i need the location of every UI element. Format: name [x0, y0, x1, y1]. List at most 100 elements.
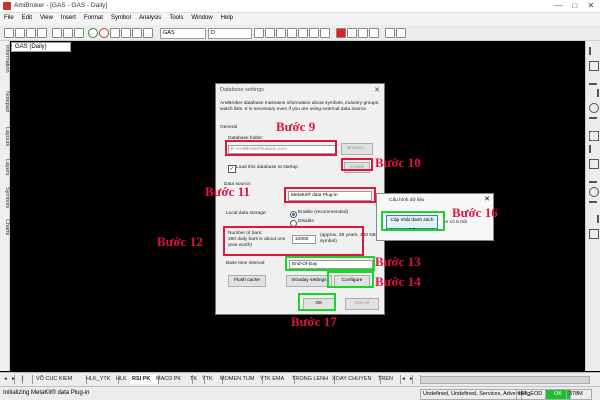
chart-icon[interactable] [143, 28, 153, 38]
window-title: AmiBroker - [GAS - GAS - Daily] [14, 2, 108, 9]
menu-window[interactable]: Window [187, 13, 216, 23]
channel-icon[interactable] [589, 117, 597, 127]
disable-label: Disable [298, 219, 314, 224]
step-10-highlight [341, 158, 373, 171]
grid-icon[interactable] [309, 28, 319, 38]
cycle-icon[interactable] [589, 187, 599, 197]
play-icon[interactable] [88, 28, 98, 38]
document-tab[interactable]: GAS (Daily) [11, 42, 71, 52]
general-label: General [220, 125, 238, 130]
subdialog-title: Cấu hình dữ liệu [389, 198, 425, 203]
crosshair-icon[interactable] [396, 28, 406, 38]
minimize-button[interactable]: — [552, 1, 566, 10]
menu-view[interactable]: View [36, 13, 57, 23]
cursor-icon[interactable] [320, 28, 330, 38]
sheet-first-icon[interactable]: | [20, 375, 33, 384]
forward-icon[interactable] [121, 28, 131, 38]
rect-draw-icon[interactable] [589, 61, 599, 71]
step-10-label: Bước 10 [375, 155, 421, 170]
step-16-label: Bước 16 [452, 205, 498, 220]
step-14-highlight [327, 271, 374, 288]
zoom-out-icon[interactable] [265, 28, 275, 38]
select-tool-icon[interactable] [385, 28, 395, 38]
drawing-toolbar [585, 41, 600, 371]
enable-radio[interactable] [290, 211, 297, 218]
menu-file[interactable]: File [0, 13, 18, 23]
toolbar: GAS D [0, 25, 600, 41]
subdialog-close-icon[interactable]: ✕ [484, 195, 490, 203]
line-draw-icon[interactable] [589, 47, 599, 55]
vline-icon[interactable] [589, 89, 599, 97]
menu-analysis[interactable]: Analysis [135, 13, 165, 23]
regression-icon[interactable] [589, 215, 599, 223]
browse-button[interactable]: Browse... [341, 143, 373, 155]
sheet-tab[interactable]: MOMEN TUM [218, 375, 263, 384]
circle-draw-icon[interactable] [589, 103, 599, 113]
gann-icon[interactable] [589, 159, 599, 169]
tab-symbols[interactable]: Symbols [0, 187, 10, 208]
step-17-label: Bước 17 [291, 314, 337, 329]
maximize-button[interactable]: □ [568, 1, 582, 10]
print-icon[interactable] [37, 28, 47, 38]
pen-icon[interactable] [336, 28, 346, 38]
tab-information[interactable]: Information [0, 45, 10, 73]
app-icon [3, 2, 11, 10]
text-tool-icon[interactable] [369, 28, 379, 38]
delete-draw-icon[interactable] [589, 229, 599, 239]
menu-help[interactable]: Help [217, 13, 237, 23]
step-12-label: Bước 12 [157, 234, 203, 249]
dialog-close-icon[interactable]: ✕ [374, 86, 380, 94]
pitchfork-icon[interactable] [589, 201, 597, 211]
menu-format[interactable]: Format [80, 13, 107, 23]
local-storage-label: Local data storage: [226, 211, 267, 216]
tab-notepad[interactable]: Notepad [0, 91, 10, 112]
line-tool-icon[interactable] [347, 28, 357, 38]
open-icon[interactable] [15, 28, 25, 38]
step-11-highlight [284, 187, 376, 203]
step-9-highlight [225, 140, 337, 156]
sheet-tab[interactable]: TREN [376, 375, 401, 384]
symbol-select[interactable]: GAS [160, 28, 206, 39]
horizontal-scrollbar[interactable] [420, 376, 590, 384]
cancel-button[interactable]: Cancel [345, 298, 379, 310]
arrow-icon[interactable] [589, 145, 599, 153]
flush-cache-button[interactable]: Flush cache [228, 275, 266, 287]
title-bar: AmiBroker - [GAS - GAS - Daily] — □ ✕ [0, 0, 600, 13]
refresh-icon[interactable] [132, 28, 142, 38]
brush-icon[interactable] [358, 28, 368, 38]
save-icon[interactable] [26, 28, 36, 38]
line-chart-icon[interactable] [287, 28, 297, 38]
bar-chart-icon[interactable] [276, 28, 286, 38]
dialog-intro: AmiBroker database maintains information… [220, 101, 380, 112]
tab-layers[interactable]: Layers [0, 159, 10, 176]
candle-icon[interactable] [298, 28, 308, 38]
step-14-label: Bước 14 [375, 274, 421, 289]
step-9-label: Bước 9 [276, 119, 316, 134]
step-13-highlight [285, 256, 375, 271]
tab-charts[interactable]: Charts [0, 219, 10, 235]
close-button[interactable]: ✕ [584, 1, 598, 10]
new-icon[interactable] [4, 28, 14, 38]
sheet-tab[interactable]: TRONG LENH [290, 375, 335, 384]
menu-bar: File Edit View Insert Format Symbol Analysis To… [0, 13, 600, 25]
stop-icon[interactable] [99, 28, 109, 38]
zoom-in-icon[interactable] [254, 28, 264, 38]
menu-edit[interactable]: Edit [18, 13, 36, 23]
menu-insert[interactable]: Insert [57, 13, 80, 23]
menu-symbol[interactable]: Symbol [107, 13, 135, 23]
paste-icon[interactable] [74, 28, 84, 38]
tab-layouts[interactable]: Layouts [0, 127, 10, 146]
interval-select[interactable]: D [208, 28, 252, 39]
text-draw-icon[interactable] [589, 173, 597, 183]
cut-icon[interactable] [52, 28, 62, 38]
menu-tools[interactable]: Tools [165, 13, 187, 23]
copy-icon[interactable] [63, 28, 73, 38]
back-icon[interactable] [110, 28, 120, 38]
sheet-tab[interactable]: VÕ CUC KIEM [34, 375, 87, 384]
intraday-settings-button[interactable]: Intraday settings [286, 275, 332, 287]
hline-icon[interactable] [589, 75, 597, 85]
load-startup-checkbox[interactable]: ✓ [228, 165, 236, 173]
sheet-tab[interactable]: XOAY CHUYEN [330, 375, 381, 384]
step-11-label: Bước 11 [205, 184, 250, 199]
fibo-icon[interactable] [589, 131, 599, 141]
